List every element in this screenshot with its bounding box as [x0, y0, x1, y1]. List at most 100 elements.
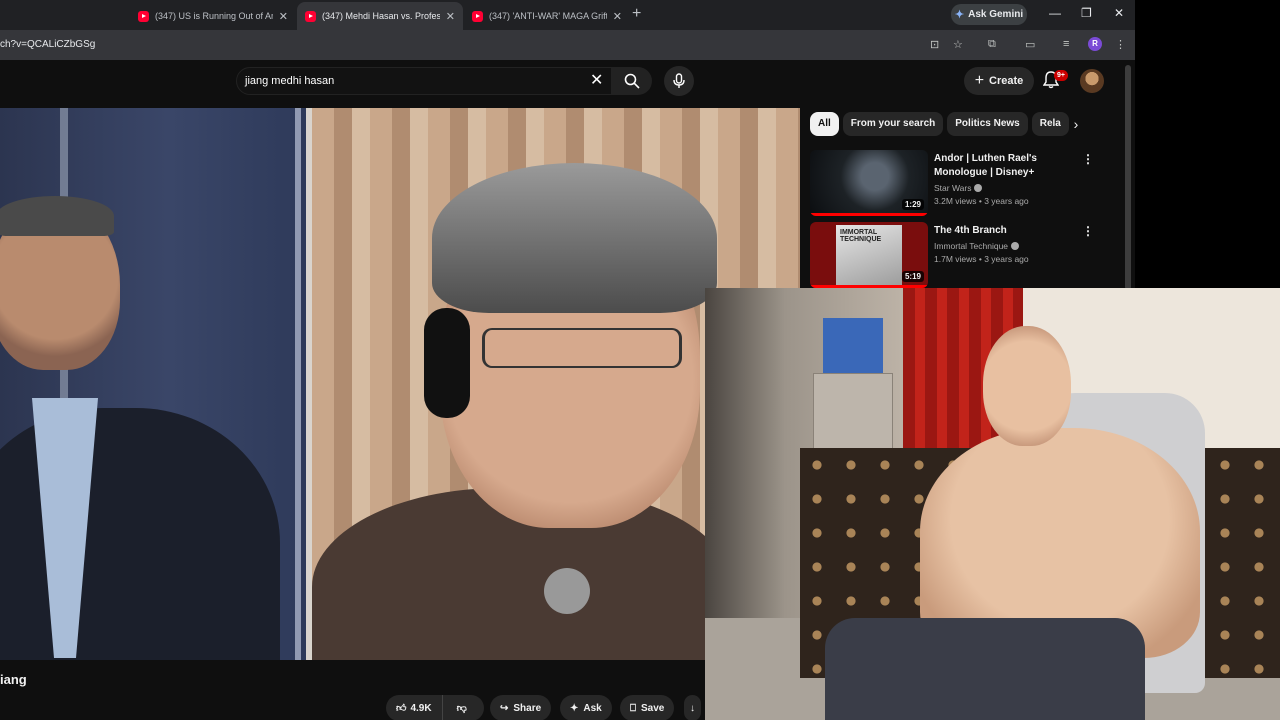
- more-actions-icon[interactable]: ⋮: [1082, 224, 1094, 238]
- channel-name[interactable]: Star Wars: [934, 183, 971, 193]
- browser-tab[interactable]: (347) 'ANTI-WAR' MAGA Grifte ✕: [464, 2, 630, 30]
- verified-check-icon: [974, 184, 983, 192]
- bookmark-icon: ⎕: [630, 702, 636, 714]
- browser-tab[interactable]: (347) US is Running Out of Am ✕: [130, 2, 296, 30]
- chip-politics-news[interactable]: Politics News: [947, 112, 1028, 136]
- duration-badge: 1:29: [901, 199, 924, 210]
- speaker-hair: [0, 196, 114, 236]
- dislike-button[interactable]: 👎︎: [448, 695, 476, 720]
- recommendation-info: Andor | Luthen Rael's Monologue | Disney…: [934, 152, 1084, 206]
- more-actions-icon[interactable]: ⋮: [1082, 152, 1094, 166]
- search-query: jiang medhi hasan: [245, 75, 335, 87]
- minimize-icon[interactable]: —: [1049, 6, 1061, 20]
- youtube-favicon-icon: [138, 10, 149, 22]
- guest-hair: [432, 163, 717, 313]
- duration-badge: 5:19: [901, 271, 924, 282]
- video-left-panel: [0, 108, 306, 660]
- bookmark-star-icon[interactable]: ☆: [953, 38, 963, 51]
- close-window-icon[interactable]: ✕: [1114, 6, 1124, 20]
- tab-title: (347) US is Running Out of Am: [155, 11, 273, 21]
- browser-tab-active[interactable]: (347) Mehdi Hasan vs. Professo ✕: [297, 2, 463, 30]
- tab-title: (347) Mehdi Hasan vs. Professo: [322, 11, 440, 21]
- video-stats: 3.2M views • 3 years ago: [934, 196, 1029, 206]
- thumbs-down-icon: 👎︎: [456, 703, 467, 714]
- browser-tab-strip: (347) US is Running Out of Am ✕ (347) Me…: [0, 0, 1135, 30]
- video-player[interactable]: [0, 108, 800, 660]
- video-thumbnail[interactable]: 1:29: [810, 150, 928, 216]
- verified-check-icon: [1011, 242, 1020, 250]
- video-title: iang: [0, 672, 27, 687]
- search-icon: [624, 73, 640, 89]
- webcam-overlay: [705, 288, 1280, 720]
- streamer-shorts: [825, 618, 1145, 720]
- create-label: Create: [989, 75, 1024, 87]
- recommendation-info: The 4th Branch Immortal Technique 1.7M v…: [934, 224, 1084, 264]
- new-tab-icon[interactable]: +: [632, 5, 641, 23]
- watch-progress-bar: [810, 213, 928, 216]
- chip-all[interactable]: All: [810, 112, 839, 136]
- video-meta-row: iang 👍︎ 4.9K 👎︎ ↪ Share ✦ Ask ⎕ Save ↓: [0, 660, 720, 720]
- share-arrow-icon: ↪: [500, 702, 509, 714]
- url-field[interactable]: ch?v=QCALiCZbGSg: [0, 39, 95, 50]
- like-button[interactable]: 👍︎ 4.9K: [386, 695, 443, 720]
- chip-related[interactable]: Rela: [1031, 112, 1069, 136]
- save-button[interactable]: ⎕ Save: [620, 695, 675, 720]
- channel-row: Star Wars: [934, 183, 1084, 193]
- video-thumbnail[interactable]: IMMORTAL TECHNIQUE 5:19: [810, 222, 928, 288]
- profile-avatar[interactable]: R: [1088, 37, 1102, 51]
- gemini-sparkle-icon: ✦: [954, 9, 965, 21]
- microphone-icon: [673, 73, 685, 88]
- close-tab-icon[interactable]: ✕: [613, 10, 622, 23]
- ask-gemini-button[interactable]: ✦ Ask Gemini: [951, 4, 1027, 25]
- album-art: IMMORTAL TECHNIQUE: [836, 225, 902, 285]
- youtube-favicon-icon: [305, 10, 316, 22]
- like-count: 4.9K: [410, 702, 432, 714]
- recommendation-title[interactable]: The 4th Branch: [934, 224, 1084, 238]
- notification-count-badge: 9+: [1054, 70, 1068, 81]
- ask-label: Ask: [583, 702, 602, 714]
- download-button[interactable]: ↓: [684, 695, 701, 720]
- share-label: Share: [513, 702, 542, 714]
- save-label: Save: [641, 702, 665, 714]
- browser-tab[interactable]: [0, 2, 125, 30]
- recommendation-item[interactable]: IMMORTAL TECHNIQUE 5:19 The 4th Branch I…: [810, 222, 1120, 288]
- close-tab-icon[interactable]: ✕: [446, 10, 455, 23]
- youtube-favicon-icon: [472, 10, 483, 22]
- guest-headphones: [424, 308, 470, 418]
- create-button[interactable]: + Create: [964, 67, 1034, 95]
- chrome-menu-icon[interactable]: ⋮: [1115, 38, 1126, 51]
- album-art-text: IMMORTAL TECHNIQUE: [840, 229, 882, 243]
- clear-search-icon[interactable]: ✕: [590, 70, 603, 90]
- sparkle-icon: ✦: [570, 702, 579, 714]
- search-input[interactable]: jiang medhi hasan: [236, 67, 612, 95]
- voice-search-button[interactable]: [664, 66, 694, 96]
- recommendation-item[interactable]: 1:29 Andor | Luthen Rael's Monologue | D…: [810, 150, 1120, 216]
- plus-icon: +: [974, 72, 985, 89]
- chips-next-button[interactable]: ›: [1066, 112, 1086, 136]
- ask-button[interactable]: ✦ Ask: [560, 695, 612, 720]
- extensions-icon[interactable]: ⧉: [988, 38, 996, 51]
- thumbs-up-icon: 👍︎: [396, 703, 407, 714]
- maximize-icon[interactable]: ❐: [1081, 6, 1092, 20]
- page-scrollbar[interactable]: [1125, 65, 1131, 290]
- install-app-icon[interactable]: ⊡: [930, 38, 939, 51]
- media-controls-icon[interactable]: ≡: [1063, 38, 1069, 50]
- blue-box: [823, 318, 883, 373]
- guest-lapel-mic: [544, 568, 590, 614]
- user-avatar[interactable]: [1080, 69, 1104, 93]
- related-filter-chips: All From your search Politics News Rela: [810, 112, 1080, 138]
- recommendation-title[interactable]: Andor | Luthen Rael's Monologue | Disney…: [934, 152, 1084, 180]
- sidepanel-icon[interactable]: ▭: [1025, 38, 1035, 51]
- tab-title: (347) 'ANTI-WAR' MAGA Grifte: [489, 11, 607, 21]
- close-tab-icon[interactable]: ✕: [279, 10, 288, 23]
- search-button[interactable]: [612, 67, 652, 95]
- chip-from-your-search[interactable]: From your search: [842, 112, 944, 136]
- like-dislike-group: 👍︎ 4.9K 👎︎: [386, 695, 484, 720]
- share-button[interactable]: ↪ Share: [490, 695, 552, 720]
- channel-row: Immortal Technique: [934, 241, 1084, 251]
- address-bar: ch?v=QCALiCZbGSg ⊡ ☆ ⧉ ▭ ≡ ⋮: [0, 30, 1135, 60]
- channel-name[interactable]: Immortal Technique: [934, 241, 1008, 251]
- download-icon: ↓: [690, 702, 695, 714]
- streamer-head: [983, 326, 1071, 446]
- backdrop-stripe: [295, 108, 301, 660]
